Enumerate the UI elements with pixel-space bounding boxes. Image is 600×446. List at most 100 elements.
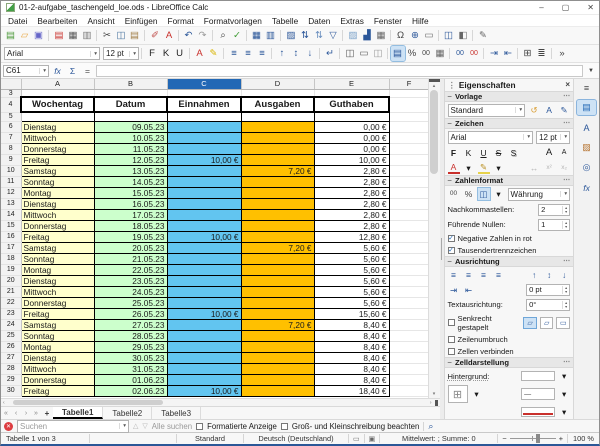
orientation-standard-icon[interactable]: ▱	[523, 317, 537, 329]
align-top-icon[interactable]: ↑	[528, 269, 540, 281]
cell-empty[interactable]	[241, 89, 314, 97]
cell-einnahmen[interactable]	[167, 363, 241, 374]
cell-einnahmen[interactable]	[167, 374, 241, 385]
row-number[interactable]: 7	[1, 132, 21, 143]
cell-guthaben[interactable]: 8,40 €	[314, 319, 389, 330]
align-bottom-icon[interactable]: ↓	[303, 46, 317, 61]
row-number[interactable]: 13	[1, 198, 21, 209]
document-modified-icon[interactable]: ▣	[365, 435, 380, 443]
cell-wochentag[interactable]: Freitag	[21, 308, 94, 319]
cell-empty[interactable]	[389, 374, 429, 385]
spelling-icon[interactable]: ✓	[230, 28, 244, 43]
cell-datum[interactable]: 20.05.23	[94, 242, 167, 253]
zoom-out-icon[interactable]: −	[502, 434, 506, 443]
copy-icon[interactable]: ◫	[114, 28, 128, 43]
header-cell-guthaben[interactable]: Guthaben	[314, 97, 389, 112]
freeze-panes-icon[interactable]: ◫	[442, 28, 456, 43]
clone-formatting-icon[interactable]: ✐	[148, 28, 162, 43]
menu-item[interactable]: Tabelle	[267, 15, 303, 26]
menu-item[interactable]: Fenster	[369, 15, 407, 26]
cell-empty[interactable]	[167, 89, 241, 97]
number-category-combo[interactable]: Währung	[508, 188, 571, 201]
menu-item[interactable]: Bearbeiten	[32, 15, 82, 26]
row-number[interactable]: 6	[1, 121, 21, 132]
name-box[interactable]: C61	[3, 65, 49, 77]
collapse-icon[interactable]: −	[448, 92, 452, 101]
section-vorlage[interactable]: − Vorlage ⋯	[445, 91, 574, 102]
cell-empty[interactable]	[167, 112, 241, 121]
formula-icon[interactable]: =	[81, 66, 94, 76]
cell-einnahmen[interactable]	[167, 330, 241, 341]
special-character-icon[interactable]: Ω	[394, 28, 408, 43]
cell-einnahmen[interactable]	[167, 297, 241, 308]
print-preview-icon[interactable]: ▥	[80, 28, 94, 43]
cell-empty[interactable]	[389, 275, 429, 286]
more-options-icon[interactable]: ⋯	[563, 257, 570, 265]
zoom-level[interactable]: 100 %	[568, 434, 599, 443]
cell-einnahmen[interactable]: 10,00 €	[167, 231, 241, 242]
cell-einnahmen[interactable]	[167, 286, 241, 297]
sheet-tab-tabelle1[interactable]: Tabelle1	[53, 407, 103, 419]
sheet-tab-tabelle2[interactable]: Tabelle2	[103, 407, 152, 419]
cell-empty[interactable]	[314, 112, 389, 121]
row-number[interactable]: 20	[1, 275, 21, 286]
find-replace-icon[interactable]: ⌕	[428, 421, 433, 432]
row-number[interactable]: 12	[1, 187, 21, 198]
number-format-icon[interactable]: 00	[419, 46, 433, 61]
cell-ausgaben[interactable]	[241, 286, 314, 297]
cell-wochentag[interactable]: Freitag	[21, 154, 94, 165]
cell-wochentag[interactable]: Mittwoch	[21, 132, 94, 143]
row-number[interactable]: 27	[1, 352, 21, 363]
cell-guthaben[interactable]: 0,00 €	[314, 121, 389, 132]
merge-center-icon[interactable]: ▭	[357, 46, 371, 61]
cell-empty[interactable]	[389, 330, 429, 341]
cell-datum[interactable]: 26.05.23	[94, 308, 167, 319]
background-color-picker[interactable]	[521, 371, 555, 381]
column-header-a[interactable]: A	[21, 79, 94, 89]
shrink-font-icon[interactable]: A	[558, 147, 570, 159]
collapse-icon[interactable]: −	[448, 257, 452, 266]
find-replace-icon[interactable]: ⌕	[216, 28, 230, 43]
collapse-icon[interactable]: −	[448, 176, 452, 185]
row-number[interactable]: 29	[1, 374, 21, 385]
align-left-icon[interactable]: ≡	[448, 269, 460, 281]
cell-wochentag[interactable]: Montag	[21, 264, 94, 275]
cell-ausgaben[interactable]	[241, 352, 314, 363]
comment-icon[interactable]: ▭	[422, 28, 436, 43]
cell-empty[interactable]	[21, 89, 94, 97]
insert-table-icon[interactable]: ▦	[250, 28, 264, 43]
zoom-in-icon[interactable]: +	[559, 434, 563, 443]
row-number[interactable]: 11	[1, 176, 21, 187]
orientation-angled-icon[interactable]: ▱	[540, 317, 554, 329]
cell-ausgaben[interactable]	[241, 363, 314, 374]
language-status[interactable]: Deutsch (Deutschland)	[244, 434, 348, 443]
wrap-text-icon[interactable]: ↵	[323, 46, 337, 61]
column-header-c[interactable]: C	[167, 79, 241, 89]
cell-datum[interactable]: 01.06.23	[94, 374, 167, 385]
font-color-icon[interactable]: A	[193, 46, 207, 61]
row-number[interactable]: 9	[1, 154, 21, 165]
cell-ausgaben[interactable]	[241, 121, 314, 132]
row-number[interactable]: 21	[1, 286, 21, 297]
scroll-down-icon[interactable]: ▾	[433, 390, 436, 398]
toolbar-overflow-icon[interactable]: »	[555, 46, 569, 61]
cell-datum[interactable]: 15.05.23	[94, 187, 167, 198]
collapse-icon[interactable]: −	[448, 119, 452, 128]
row-number[interactable]: 30	[1, 385, 21, 396]
orientation-vertical-icon[interactable]: ▭	[556, 317, 570, 329]
section-zeichen[interactable]: − Zeichen ⋯	[445, 118, 574, 129]
row-number[interactable]: 10	[1, 165, 21, 176]
cell-wochentag[interactable]: Samstag	[21, 319, 94, 330]
search-previous-icon[interactable]: △	[133, 422, 138, 430]
leading-zeros-field[interactable]: 1	[538, 219, 570, 231]
cell-empty[interactable]	[389, 187, 429, 198]
increase-indent-icon[interactable]: ⇥	[487, 46, 501, 61]
cell-wochentag[interactable]: Sonntag	[21, 253, 94, 264]
cell-empty[interactable]	[314, 89, 389, 97]
more-options-icon[interactable]: ⋯	[563, 92, 570, 100]
row-number[interactable]: 26	[1, 341, 21, 352]
cell-wochentag[interactable]: Dienstag	[21, 198, 94, 209]
row-number[interactable]: 23	[1, 308, 21, 319]
align-right-icon[interactable]: ≡	[255, 46, 269, 61]
bold-icon[interactable]: F	[448, 147, 460, 159]
